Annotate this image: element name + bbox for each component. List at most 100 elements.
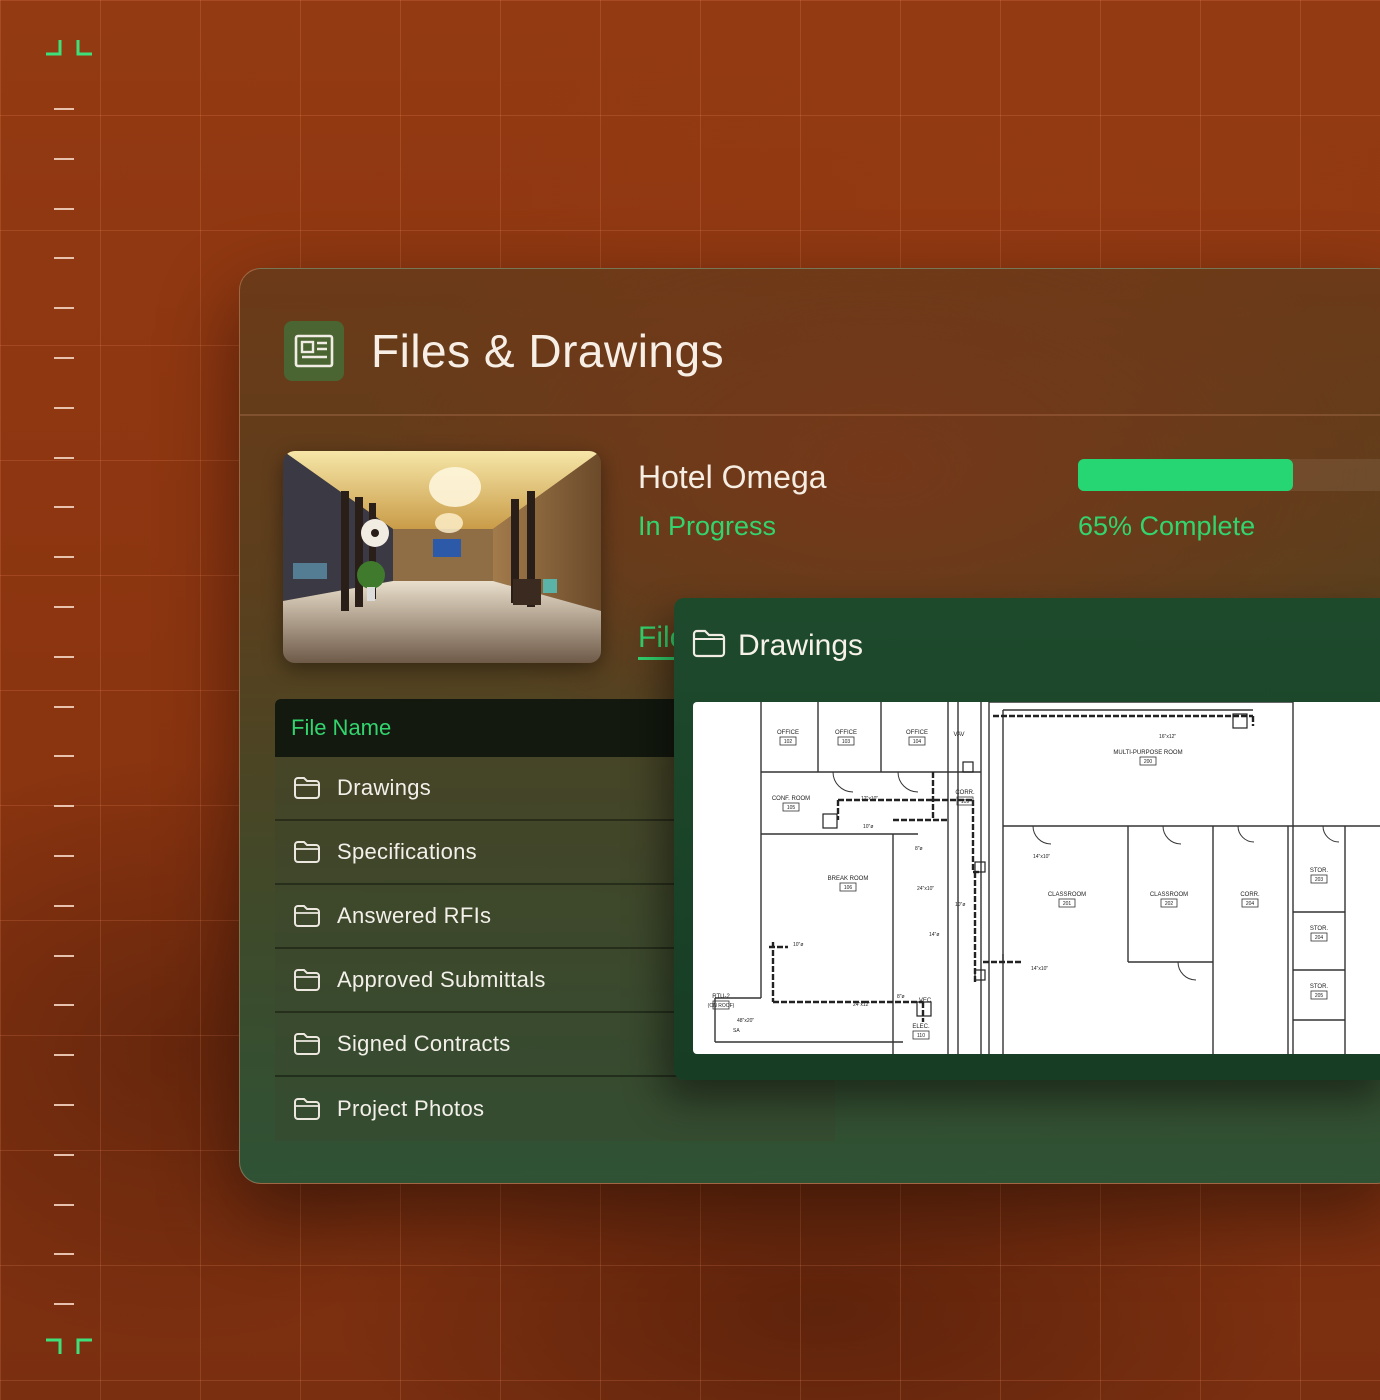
plan-equipment <box>962 761 974 773</box>
room-number: 109 <box>961 799 970 805</box>
dimension-label: SA <box>733 1028 740 1034</box>
room-number: 200 <box>1144 759 1153 765</box>
ruler-tick <box>54 805 74 808</box>
ruler-tick <box>54 406 74 409</box>
ruler-tick <box>54 855 74 857</box>
dimension-label: 8"ø <box>897 994 905 1000</box>
file-name: Approved Submittals <box>337 967 546 992</box>
dimension-label: 12"x10" <box>861 796 878 802</box>
ruler-tick <box>54 904 74 907</box>
ruler-tick <box>54 1004 74 1007</box>
dimension-label: 14"ø <box>929 932 939 938</box>
ruler-tick <box>54 257 74 260</box>
ruler-tick <box>54 456 74 459</box>
room-number: 103 <box>842 739 851 745</box>
table-row[interactable]: Project Photos <box>275 1077 835 1141</box>
ruler-tick <box>54 506 74 509</box>
room-label: VEC <box>919 998 932 1004</box>
plan-equipment <box>974 969 986 981</box>
room-number: 104 <box>913 739 922 745</box>
ruler-tick <box>54 954 74 957</box>
room-label: STOR. <box>1310 868 1329 874</box>
plan-door <box>897 771 919 793</box>
room-label: RTU-2 <box>712 994 730 1000</box>
plan-door <box>1237 825 1255 843</box>
room-number: 106 <box>844 885 853 891</box>
project-status: In Progress <box>638 511 777 541</box>
room-label: CLASSROOM <box>1150 892 1188 898</box>
ruler-tick <box>54 157 74 160</box>
drawings-header: Drawings <box>692 628 863 663</box>
room-label: MULTI-PURPOSE ROOM <box>1113 750 1182 756</box>
ruler-tick <box>54 1203 74 1206</box>
room-number: 201 <box>1063 901 1072 907</box>
ruler-tick <box>54 307 74 310</box>
ruler-tick <box>54 556 74 559</box>
ruler-tick <box>54 755 74 758</box>
ruler-tick <box>54 1054 74 1057</box>
room-label: STOR. <box>1310 984 1329 990</box>
room-label: OFFICE <box>777 730 799 736</box>
room-number: 204 <box>1246 901 1255 907</box>
ruler-tick <box>54 1153 74 1156</box>
dimension-label: 14"x10" <box>1031 966 1048 972</box>
plan-equipment <box>974 861 986 873</box>
folder-icon <box>692 628 726 663</box>
progress-bar-fill <box>1078 459 1293 491</box>
plan-door <box>832 771 854 793</box>
ruler-tick <box>54 606 74 608</box>
panel-title: Files & Drawings <box>371 325 725 377</box>
plan-door <box>1177 961 1197 981</box>
floor-plan-drawing[interactable]: OFFICE 102 OFFICE 103 OFFICE 104 VAV CONF. ROOM… <box>693 702 1380 1054</box>
ruler-corner-bottom <box>44 1338 96 1356</box>
room-number: 203 <box>1315 877 1324 883</box>
room-number: (ON ROOF) <box>708 1003 735 1009</box>
room-number: 110 <box>917 1033 925 1039</box>
room-label: BREAK ROOM <box>828 876 869 882</box>
room-number: 202 <box>1165 901 1174 907</box>
room-label: STOR. <box>1310 926 1329 932</box>
ruler-corner-top <box>44 38 96 56</box>
progress-label: 65% Complete <box>1078 511 1256 541</box>
project-thumbnail <box>283 451 601 663</box>
room-number: 204 <box>1315 935 1324 941</box>
room-number: 102 <box>784 739 793 745</box>
dimension-label: 48"x20" <box>737 1018 754 1024</box>
room-number: 205 <box>1315 993 1324 999</box>
room-label: CONF. ROOM <box>772 796 810 802</box>
project-name: Hotel Omega <box>638 459 827 495</box>
ruler-tick <box>54 1104 74 1106</box>
folder-icon <box>293 1032 321 1056</box>
plan-door <box>1322 825 1340 843</box>
room-label: OFFICE <box>906 730 928 736</box>
drawings-preview: Drawings OFFICE 102 OFFICE 103 OFFICE 104 VAV C… <box>674 598 1380 1080</box>
plan-door <box>1032 825 1052 845</box>
ruler-tick <box>54 655 74 658</box>
file-name: Signed Contracts <box>337 1031 511 1056</box>
file-name: Drawings <box>337 775 432 800</box>
progress-bar <box>1078 459 1380 491</box>
folder-icon <box>293 904 321 928</box>
room-number: 105 <box>787 805 796 811</box>
file-name: Specifications <box>337 839 477 864</box>
plan-door <box>1162 825 1182 845</box>
folder-icon <box>293 840 321 864</box>
file-name: Answered RFIs <box>337 903 492 928</box>
room-label: VAV <box>953 732 964 738</box>
dimension-label: 24"x10" <box>917 886 934 892</box>
ruler-tick <box>54 357 74 359</box>
dimension-label: 10"ø <box>793 942 803 948</box>
room-label: CORR. <box>1240 892 1260 898</box>
panel-header: Files & Drawings <box>240 269 1380 416</box>
ruler-tick <box>54 705 74 708</box>
folder-icon <box>293 968 321 992</box>
folder-icon <box>293 776 321 800</box>
room-label: CORR. <box>955 790 975 796</box>
room-label: ELEC. <box>912 1024 930 1030</box>
folder-icon <box>293 1097 321 1121</box>
plan-equipment <box>822 813 838 829</box>
ruler-tick <box>54 207 74 210</box>
dimension-label: 10"ø <box>863 824 873 830</box>
tab-files[interactable]: Files <box>638 621 674 660</box>
drawings-title: Drawings <box>738 628 864 662</box>
